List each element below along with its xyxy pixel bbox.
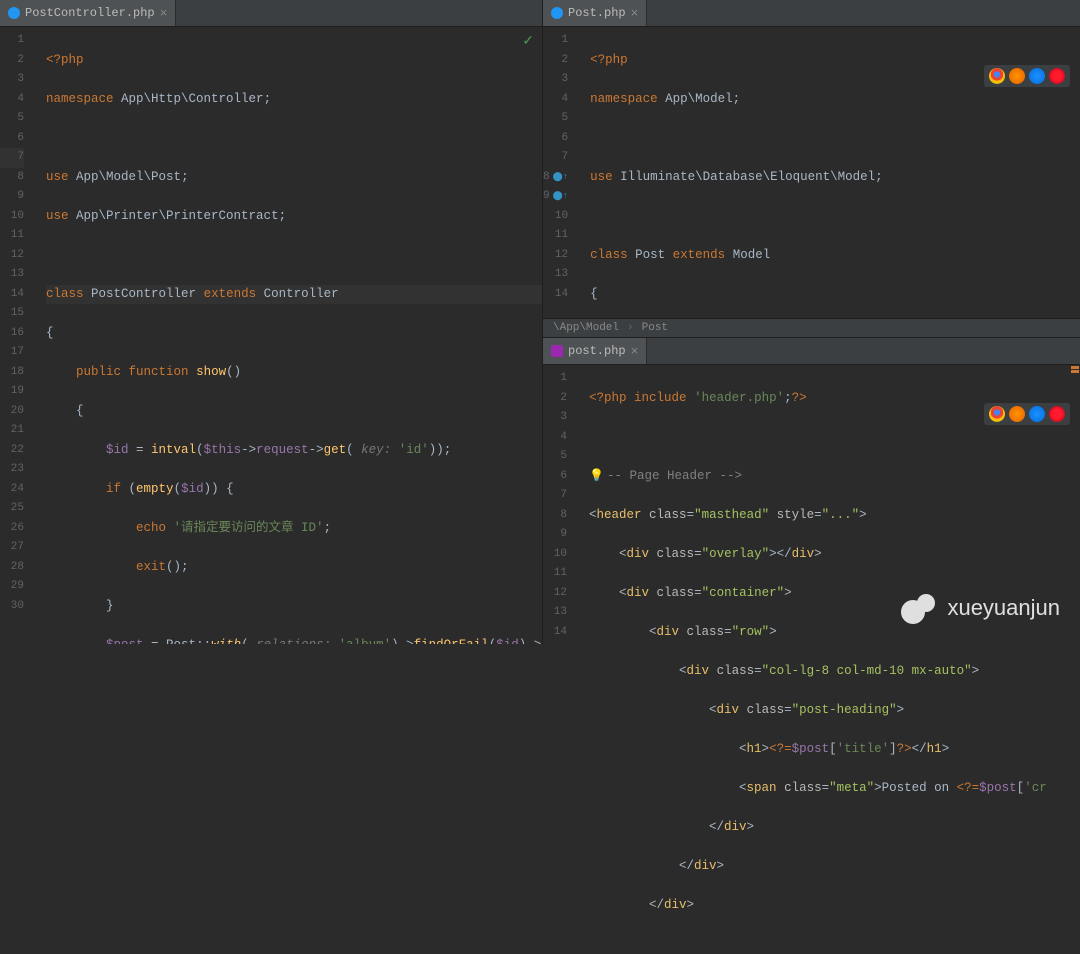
code-editor-right-bottom[interactable]: 1234567891011121314 <?php include 'heade…: [543, 365, 1080, 954]
breadcrumb-namespace[interactable]: \App\Model: [553, 322, 619, 334]
error-stripe[interactable]: [1070, 365, 1080, 954]
tab-postcontroller[interactable]: PostController.php ×: [0, 0, 176, 26]
right-bottom-editor-pane: post.php × 1234567891011121314 <?php inc…: [543, 338, 1080, 954]
left-editor-pane: PostController.php × ✓ 12345678910111213…: [0, 0, 543, 644]
chevron-right-icon: ›: [627, 322, 634, 334]
breadcrumb-class[interactable]: Post: [642, 322, 668, 334]
php-file-icon: [551, 7, 563, 19]
code-editor-right-top[interactable]: 12345678 ⬤↑9 ⬤↑1011121314 <?php namespac…: [543, 27, 1080, 318]
tab-label: post.php: [568, 344, 626, 358]
checkmark-icon: ✓: [522, 33, 534, 50]
safari-icon[interactable]: [1029, 68, 1045, 84]
code-area[interactable]: <?php include 'header.php';?> 💡-- Page H…: [577, 365, 1080, 954]
opera-icon[interactable]: [1049, 68, 1065, 84]
close-icon[interactable]: ×: [160, 6, 168, 21]
tabbar-right-bottom: post.php ×: [543, 338, 1080, 365]
chrome-icon[interactable]: [989, 68, 1005, 84]
line-gutter: 12345678 ⬤↑9 ⬤↑1011121314: [543, 27, 578, 318]
opera-icon[interactable]: [1049, 406, 1065, 422]
right-top-editor-pane: Post.php × 12345678 ⬤↑9 ⬤↑1011121314 <?p…: [543, 0, 1080, 338]
tab-label: Post.php: [568, 6, 626, 20]
tabbar-left: PostController.php ×: [0, 0, 542, 27]
watermark: xueyuanjun: [901, 590, 1060, 626]
right-panes: Post.php × 12345678 ⬤↑9 ⬤↑1011121314 <?p…: [543, 0, 1080, 644]
browser-preview-icons: [984, 403, 1070, 425]
firefox-icon[interactable]: [1009, 406, 1025, 422]
line-gutter: 1234567891011121314: [543, 365, 577, 954]
template-file-icon: [551, 345, 563, 357]
wechat-icon: [901, 590, 941, 626]
close-icon[interactable]: ×: [631, 6, 639, 21]
close-icon[interactable]: ×: [631, 344, 639, 359]
php-file-icon: [8, 7, 20, 19]
line-gutter: 1234567891011121314151617181920212223242…: [0, 27, 34, 644]
breadcrumb[interactable]: \App\Model › Post: [543, 318, 1080, 338]
bulb-icon[interactable]: 💡: [589, 469, 604, 483]
watermark-text: xueyuanjun: [947, 595, 1060, 621]
tab-post-model[interactable]: Post.php ×: [543, 0, 647, 26]
chrome-icon[interactable]: [989, 406, 1005, 422]
tab-label: PostController.php: [25, 6, 155, 20]
tab-post-view[interactable]: post.php ×: [543, 338, 647, 364]
tabbar-right-top: Post.php ×: [543, 0, 1080, 27]
code-editor-left[interactable]: ✓ 12345678910111213141516171819202122232…: [0, 27, 542, 644]
firefox-icon[interactable]: [1009, 68, 1025, 84]
safari-icon[interactable]: [1029, 406, 1045, 422]
code-area[interactable]: <?php namespace App\Http\Controller; use…: [34, 27, 542, 644]
browser-preview-icons: [984, 65, 1070, 87]
